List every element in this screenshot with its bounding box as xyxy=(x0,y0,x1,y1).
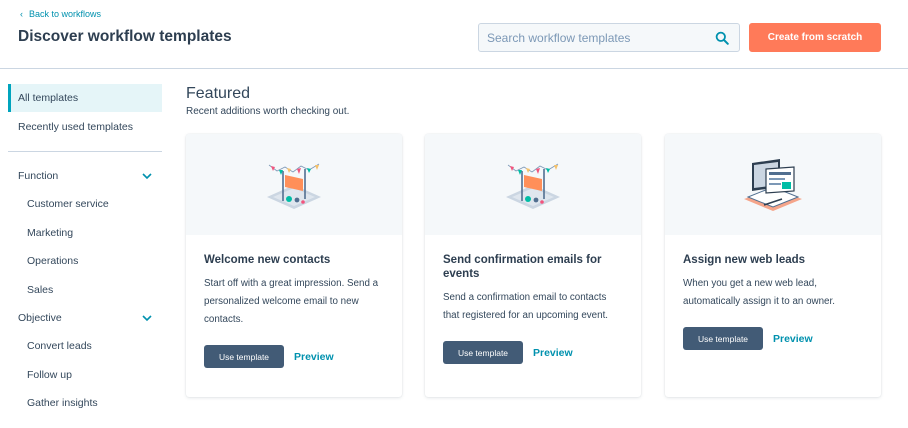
celebration-banner-icon xyxy=(506,163,560,209)
template-card-welcome: Welcome new contacts Start off with a gr… xyxy=(186,134,402,397)
preview-link[interactable]: Preview xyxy=(773,333,813,345)
use-template-button[interactable]: Use template xyxy=(204,345,284,368)
sidebar-item-label: Operations xyxy=(27,255,79,268)
use-template-button[interactable]: Use template xyxy=(683,327,763,350)
back-link-label: Back to workflows xyxy=(29,9,102,19)
sidebar-item-operations[interactable]: Operations xyxy=(8,247,162,276)
card-description: When you get a new web lead, automatical… xyxy=(683,278,835,307)
card-illustration xyxy=(665,134,881,235)
create-from-scratch-button[interactable]: Create from scratch xyxy=(749,23,881,52)
featured-subheading: Recent additions worth checking out. xyxy=(186,106,350,117)
sidebar-item-label: Convert leads xyxy=(27,340,92,353)
featured-heading: Featured xyxy=(186,85,251,102)
template-card-event-confirmation: Send confirmation emails for events Send… xyxy=(425,134,641,397)
sidebar-item-convert-leads[interactable]: Convert leads xyxy=(8,332,162,361)
sidebar-item-label: All templates xyxy=(18,92,79,104)
page-title: Discover workflow templates xyxy=(18,28,232,45)
sidebar-item-follow-up[interactable]: Follow up xyxy=(8,361,162,390)
sidebar-item-gather-insights[interactable]: Gather insights xyxy=(8,389,162,418)
sidebar-item-label: Gather insights xyxy=(27,397,98,410)
back-to-workflows-link[interactable]: ‹ Back to workflows xyxy=(20,9,101,19)
sidebar-item-sales[interactable]: Sales xyxy=(8,276,162,305)
sidebar-item-customer-service[interactable]: Customer service xyxy=(8,190,162,219)
sidebar-item-label: Follow up xyxy=(27,368,72,381)
sidebar-item-all-templates[interactable]: All templates xyxy=(8,84,162,112)
sidebar-item-label: Marketing xyxy=(27,226,74,239)
sidebar-item-label: Customer service xyxy=(27,198,109,211)
sidebar-item-recently-used[interactable]: Recently used templates xyxy=(8,113,162,141)
celebration-banner-icon xyxy=(267,163,321,209)
template-card-web-leads: Assign new web leads When you get a new … xyxy=(665,134,881,397)
card-title: Assign new web leads xyxy=(683,254,806,266)
sidebar-item-marketing[interactable]: Marketing xyxy=(8,219,162,248)
card-illustration xyxy=(186,134,402,235)
sidebar-item-label: Sales xyxy=(27,283,54,296)
page-header: ‹ Back to workflows Discover workflow te… xyxy=(0,0,908,69)
sidebar: All templates Recently used templates Fu… xyxy=(8,84,162,418)
use-template-button[interactable]: Use template xyxy=(443,341,523,364)
sidebar-section-function[interactable]: Function xyxy=(8,162,162,190)
chevron-down-icon xyxy=(142,314,152,321)
chevron-left-icon: ‹ xyxy=(20,8,23,19)
web-laptop-icon xyxy=(744,158,802,211)
sidebar-section-objective[interactable]: Objective xyxy=(8,304,162,332)
search-box xyxy=(478,23,740,52)
card-title: Send confirmation emails for events xyxy=(443,254,602,280)
section-label: Function xyxy=(18,170,59,182)
chevron-down-icon xyxy=(142,172,152,179)
search-input[interactable] xyxy=(479,24,709,51)
card-description: Send a confirmation email to contacts th… xyxy=(443,292,609,321)
search-icon[interactable] xyxy=(715,31,729,45)
section-label: Objective xyxy=(18,312,62,324)
card-description: Start off with a great impression. Send … xyxy=(204,278,379,325)
preview-link[interactable]: Preview xyxy=(294,351,334,363)
preview-link[interactable]: Preview xyxy=(533,347,573,359)
card-illustration xyxy=(425,134,641,235)
card-title: Welcome new contacts xyxy=(204,254,331,266)
sidebar-item-label: Recently used templates xyxy=(18,121,133,133)
sidebar-divider xyxy=(8,151,162,152)
